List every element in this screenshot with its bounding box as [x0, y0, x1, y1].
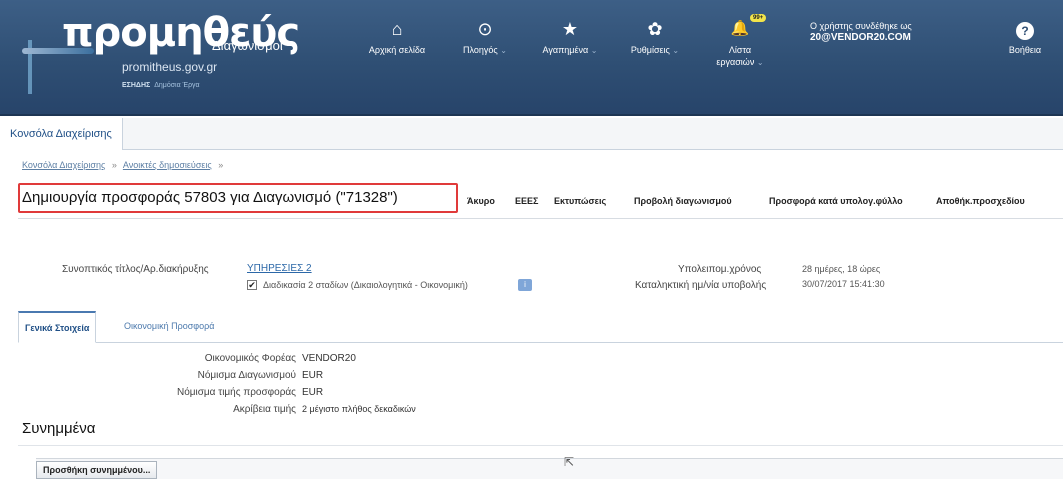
summary-title-label: Συνοπτικός τίτλος/Αρ.διακήρυξης [62, 264, 209, 275]
economic-operator-value: VENDOR20 [302, 353, 356, 364]
offer-currency-value: EUR [302, 387, 324, 398]
logo[interactable]: προμηθεύς Διαγωνισμοί promitheus.gov.gr … [22, 8, 352, 108]
nav-favorites-label: Αγαπημένα ⌄ [542, 45, 598, 55]
two-stage-checkbox[interactable]: ✔ [247, 280, 257, 290]
inner-tabbar: Γενικά Στοιχεία Οικονομική Προσφορά [18, 311, 1063, 343]
chevron-down-icon: ⌄ [756, 58, 764, 67]
logo-url: promitheus.gov.gr [122, 60, 218, 74]
save-draft-button[interactable]: Αποθήκ.προσχεδίου [932, 192, 1029, 210]
nav-home-label: Αρχική σελίδα [368, 45, 426, 55]
tab-general-info[interactable]: Γενικά Στοιχεία [18, 311, 97, 343]
info-icon[interactable]: i [518, 279, 532, 291]
mouse-cursor-icon: ⇱ [564, 455, 575, 469]
print-button[interactable]: Εκτυπώσεις [550, 192, 610, 210]
app-header: προμηθεύς Διαγωνισμοί promitheus.gov.gr … [0, 0, 1063, 116]
tender-currency-value: EUR [302, 370, 324, 381]
two-stage-label: Διαδικασία 2 σταδίων (Δικαιολογητικά - Ο… [263, 280, 468, 290]
nav-settings-label: Ρυθμίσεις ⌄ [630, 45, 680, 55]
nav-settings[interactable]: ✿ Ρυθμίσεις ⌄ [615, 18, 695, 57]
breadcrumb-open-notices[interactable]: Ανοικτές δημοσιεύσεις [123, 160, 212, 170]
home-icon: ⌂ [391, 19, 403, 39]
chevron-down-icon: ⌄ [672, 46, 680, 55]
compass-icon: ⊙ [477, 19, 493, 39]
user-id: 20@VENDOR20.COM [810, 32, 911, 43]
remaining-time-value: 28 ημέρες, 18 ώρες [802, 264, 881, 274]
add-attachment-button[interactable]: Προσθήκη συνημμένου... [36, 461, 158, 479]
nav-navigator[interactable]: ⊙ Πλοηγός ⌄ [445, 18, 525, 57]
gear-icon: ✿ [647, 19, 663, 39]
cancel-button[interactable]: Άκυρο [463, 192, 499, 210]
espd-button[interactable]: ΕΕΕΣ [511, 192, 542, 210]
price-precision-value: 2 μέγιστο πλήθος δεκαδικών [302, 404, 416, 414]
divider [18, 445, 1063, 446]
spreadsheet-offer-button[interactable]: Προσφορά κατά υπολογ.φύλλο [765, 192, 907, 210]
notification-badge: 99+ [750, 14, 767, 22]
nav-help-label: Βοήθεια [1008, 45, 1042, 55]
tab-financial-offer[interactable]: Οικονομική Προσφορά [118, 311, 220, 343]
breadcrumb-separator: » [218, 160, 224, 170]
deadline-label: Καταληκτική ημ/νία υποβολής [635, 280, 767, 291]
summary-title-value: ΥΠΗΡΕΣΙΕΣ 2 [247, 263, 312, 274]
view-tender-button[interactable]: Προβολή διαγωνισμού [630, 192, 736, 210]
price-precision-label: Ακρίβεια τιμής [233, 404, 296, 415]
console-tabbar: Κονσόλα Διαχείρισης [0, 118, 1063, 151]
nav-worklist[interactable]: 99+ 🔔 Λίστα εργασιών ⌄ [700, 14, 780, 69]
tab-admin-console[interactable]: Κονσόλα Διαχείρισης [0, 118, 123, 151]
attachments-toolbar [36, 458, 1063, 479]
breadcrumb: Κονσόλα Διαχείρισης » Ανοικτές δημοσιεύσ… [22, 160, 227, 170]
divider [18, 218, 1063, 219]
logo-subtitle: Διαγωνισμοί [212, 38, 283, 53]
user-info: Ο χρήστης συνδέθηκε ως 20@VENDOR20.COM [810, 20, 912, 44]
breadcrumb-separator: » [111, 160, 117, 170]
logo-ministry: ΕΣΗΔΗΣ Δημόσια Έργα [122, 82, 200, 89]
breadcrumb-admin-console[interactable]: Κονσόλα Διαχείρισης [22, 160, 105, 170]
page-title: Δημιουργία προσφοράς 57803 για Διαγωνισμ… [22, 189, 398, 206]
tender-currency-label: Νόμισμα Διαγωνισμού [197, 370, 296, 381]
offer-currency-label: Νόμισμα τιμής προσφοράς [176, 387, 296, 398]
deadline-value: 30/07/2017 15:41:30 [802, 279, 885, 289]
economic-operator-label: Οικονομικός Φορέας [204, 353, 296, 364]
nav-help[interactable]: ? Βοήθεια [985, 18, 1063, 56]
star-icon: ★ [561, 19, 579, 39]
help-icon: ? [1016, 22, 1034, 40]
bell-icon: 🔔 [730, 20, 750, 37]
remaining-time-label: Υπολειπομ.χρόνος [678, 264, 762, 275]
nav-favorites[interactable]: ★ Αγαπημένα ⌄ [530, 18, 610, 57]
chevron-down-icon: ⌄ [590, 46, 598, 55]
nav-navigator-label: Πλοηγός ⌄ [463, 45, 507, 55]
user-logged-in-label: Ο χρήστης συνδέθηκε ως [810, 21, 912, 31]
nav-worklist-label: Λίστα εργασιών ⌄ [716, 45, 764, 67]
chevron-down-icon: ⌄ [500, 46, 507, 55]
attachments-heading: Συνημμένα [22, 420, 96, 437]
tender-title-link[interactable]: ΥΠΗΡΕΣΙΕΣ 2 [247, 263, 312, 274]
nav-home[interactable]: ⌂ Αρχική σελίδα [357, 18, 437, 56]
